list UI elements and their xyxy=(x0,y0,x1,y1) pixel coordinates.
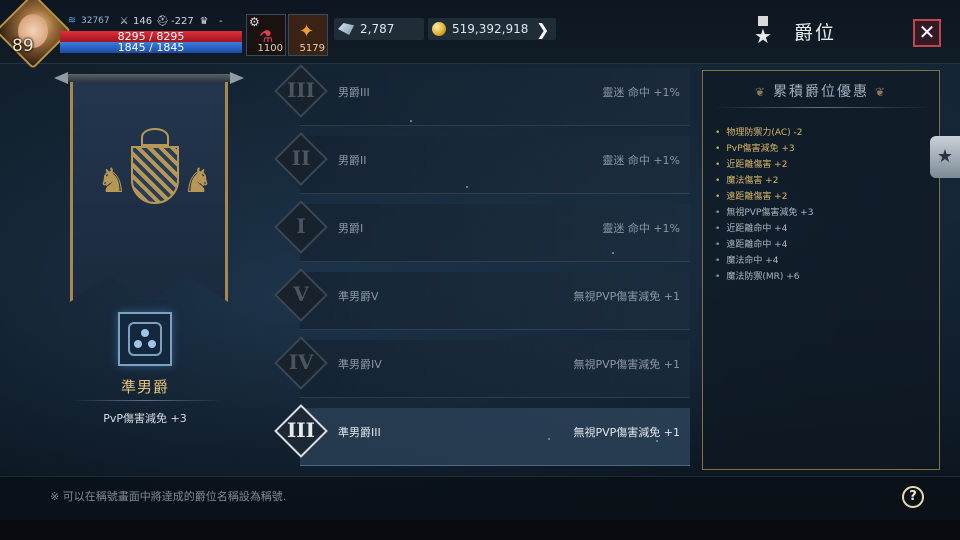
benefit-item: 近距離命中 +4 xyxy=(715,221,931,237)
sparkle xyxy=(466,186,468,188)
stag-right-icon: ♞ xyxy=(182,161,213,201)
scroll-icon: ✦ xyxy=(299,21,315,42)
shield-icon xyxy=(131,146,179,204)
rank-row[interactable]: I 男爵I 靈迷 命中 +1% xyxy=(272,200,692,264)
rod-tip-right xyxy=(230,72,244,84)
benefits-panel: ❦累積爵位優惠❦ 物理防禦力(AC) -2PvP傷害減免 +3近距離傷害 +2魔… xyxy=(702,70,940,470)
benefit-item: 無視PVP傷害減免 +3 xyxy=(715,205,931,221)
rank-effect: 靈迷 命中 +1% xyxy=(602,222,680,235)
defense-value: -227 xyxy=(171,16,194,27)
benefits-header: ❦ 累積爵位優惠 ❦ xyxy=(703,81,939,101)
medal-icon: ★ xyxy=(752,16,774,46)
benefit-item: 魔法傷害 +2 xyxy=(715,173,931,189)
potion-slot[interactable]: ⚙ ⚗ 1100 xyxy=(246,14,286,56)
rank-numeral: IV xyxy=(288,350,314,374)
player-level: 89 xyxy=(12,36,34,56)
mp-bar: 1845 / 1845 xyxy=(60,42,242,53)
rank-numeral: I xyxy=(296,214,306,238)
gold-coin-icon xyxy=(432,22,446,36)
divider xyxy=(713,107,929,108)
rank-name: 準男爵V xyxy=(338,290,379,303)
rank-row[interactable]: V 準男爵V 無視PVP傷害減免 +1 xyxy=(272,268,692,332)
attack-value: 146 xyxy=(133,16,153,27)
trophy-value: - xyxy=(219,16,223,27)
benefit-item: PvP傷害減免 +3 xyxy=(715,141,931,157)
crown-icon xyxy=(141,128,169,146)
scroll-count: 5179 xyxy=(299,43,325,54)
trophy-stat: ♛ - xyxy=(198,16,223,27)
benefit-item: 魔法命中 +4 xyxy=(715,253,931,269)
rank-list[interactable]: III 男爵III 靈迷 命中 +1% II 男爵II 靈迷 命中 +1% I 男爵I 靈迷 命… xyxy=(272,64,692,470)
rank-row[interactable]: III 男爵III 靈迷 命中 +1% xyxy=(272,64,692,128)
divider xyxy=(68,400,224,401)
benefit-item: 物理防禦力(AC) -2 xyxy=(715,125,931,141)
current-rank-name: 準男爵 xyxy=(120,378,169,396)
banner-rod xyxy=(66,74,232,82)
heraldic-banner: ♞ ♞ xyxy=(70,82,228,302)
gem-icon xyxy=(338,23,354,35)
helmet-icon: ⛑ xyxy=(156,15,169,27)
trophy-icon: ♛ xyxy=(199,15,209,27)
rank-numeral: V xyxy=(293,282,309,306)
defense-stat: ⛑ -227 xyxy=(156,16,194,27)
sword-icon: ⚔ xyxy=(119,15,129,27)
scroll-slot[interactable]: ✦ 5179 xyxy=(288,14,328,56)
benefit-item: 近距離傷害 +2 xyxy=(715,157,931,173)
laurel-right-icon: ❦ xyxy=(875,85,888,99)
sparkle xyxy=(410,120,412,122)
rank-row[interactable]: IV 準男爵IV 無視PVP傷害減免 +1 xyxy=(272,336,692,400)
top-bar: 89 ≋ 32767 ⚔ 146 ⛑ -227 ♛ - 8295 / 8295 … xyxy=(0,0,960,70)
current-rank-bonus: PvP傷害減免 +3 xyxy=(103,412,187,425)
rank-name: 準男爵IV xyxy=(338,358,382,371)
rank-name: 男爵I xyxy=(338,222,364,235)
attack-stat: ⚔ 146 xyxy=(118,15,153,27)
page-header: ★ 爵位 xyxy=(752,16,836,46)
gem-currency: 2,787 xyxy=(334,18,424,40)
rank-numeral: III xyxy=(286,418,316,442)
benefit-item: 遠距離命中 +4 xyxy=(715,237,931,253)
crest-icon: ♞ ♞ xyxy=(97,128,213,224)
benefit-item: 魔法防禦(MR) +6 xyxy=(715,269,931,285)
page-title: 爵位 xyxy=(794,21,837,44)
sparkle xyxy=(612,252,614,254)
bottom-strip xyxy=(0,520,960,540)
rank-numeral: III xyxy=(286,78,316,102)
rank-effect: 靈迷 命中 +1% xyxy=(602,86,680,99)
combat-power: ≋ 32767 xyxy=(66,15,110,27)
chevron-right-icon[interactable]: ❯ xyxy=(536,20,549,39)
rod-tip-left xyxy=(54,72,68,84)
combat-power-icon: ≋ xyxy=(67,15,77,26)
rank-effect: 無視PVP傷害減免 +1 xyxy=(573,290,680,303)
rank-row[interactable]: III 準男爵III 無視PVP傷害減免 +1 xyxy=(272,404,692,468)
stag-left-icon: ♞ xyxy=(97,161,128,201)
rank-banner: ♞ ♞ xyxy=(54,64,240,304)
benefit-item: 遠距離傷害 +2 xyxy=(715,189,931,205)
rank-name: 準男爵III xyxy=(338,426,381,439)
root: { "player": { "level": "89", "combat_pow… xyxy=(0,0,960,540)
rank-name: 男爵III xyxy=(338,86,370,99)
gem-amount: 2,787 xyxy=(360,22,395,36)
footer-note: ※ 可以在稱號畫面中將達成的爵位名稱設為稱號. xyxy=(50,490,287,503)
sparkle xyxy=(548,438,550,440)
rank-effect: 靈迷 命中 +1% xyxy=(602,154,680,167)
rank-name: 男爵II xyxy=(338,154,367,167)
side-tab-star-icon[interactable]: ★ xyxy=(930,136,960,178)
close-button[interactable]: ✕ xyxy=(913,19,941,47)
sparkle xyxy=(656,440,658,442)
rank-emblem-icon xyxy=(134,329,156,349)
rank-effect: 無視PVP傷害減免 +1 xyxy=(573,358,680,371)
potion-count: 1100 xyxy=(257,43,283,54)
rank-numeral: II xyxy=(291,146,311,170)
footer: ※ 可以在稱號畫面中將達成的爵位名稱設為稱號. ? xyxy=(0,476,960,520)
gold-amount: 519,392,918 xyxy=(452,22,529,36)
laurel-left-icon: ❦ xyxy=(754,85,767,99)
combat-power-value: 32767 xyxy=(81,16,110,26)
rank-emblem xyxy=(118,312,172,366)
benefits-title: 累積爵位優惠 xyxy=(773,84,869,100)
rank-effect: 無視PVP傷害減免 +1 xyxy=(573,426,680,439)
benefits-list: 物理防禦力(AC) -2PvP傷害減免 +3近距離傷害 +2魔法傷害 +2遠距離… xyxy=(715,125,931,285)
help-button[interactable]: ? xyxy=(902,486,924,508)
rank-row[interactable]: II 男爵II 靈迷 命中 +1% xyxy=(272,132,692,196)
